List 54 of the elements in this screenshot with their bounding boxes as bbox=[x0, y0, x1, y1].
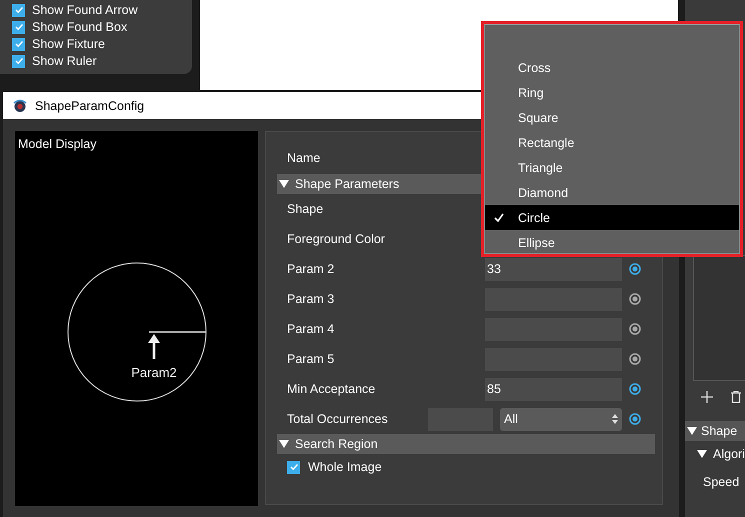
menu-item[interactable]: Circle bbox=[485, 205, 739, 230]
property-label: Param 2 bbox=[287, 262, 336, 276]
parameter-label: Param2 bbox=[131, 365, 177, 380]
checkbox[interactable] bbox=[12, 54, 25, 68]
checkbox[interactable] bbox=[287, 460, 300, 474]
target-icon[interactable] bbox=[629, 353, 641, 365]
check-icon bbox=[288, 462, 298, 472]
input-field[interactable]: 85 bbox=[485, 378, 622, 400]
checkbox-label[interactable]: Show Found Arrow bbox=[32, 3, 138, 17]
collapse-triangle-icon[interactable] bbox=[279, 439, 289, 449]
property-label: Param 5 bbox=[287, 352, 336, 366]
property-label: Foreground Color bbox=[287, 232, 386, 246]
radius-line bbox=[149, 331, 206, 333]
app-icon bbox=[13, 98, 27, 112]
trash-icon[interactable] bbox=[731, 391, 741, 403]
checkbox[interactable] bbox=[12, 20, 25, 34]
checkbox-label[interactable]: Show Found Box bbox=[32, 20, 128, 34]
checkbox-label[interactable]: Show Ruler bbox=[32, 54, 97, 68]
occurrences-dropdown[interactable]: All bbox=[500, 408, 622, 430]
property-label: Name bbox=[287, 151, 320, 167]
target-icon[interactable] bbox=[629, 323, 641, 335]
checkbox-label[interactable]: Show Fixture bbox=[32, 37, 105, 51]
property-label: Param 3 bbox=[287, 292, 336, 306]
display-title: Model Display bbox=[18, 137, 97, 151]
target-icon[interactable] bbox=[629, 383, 641, 395]
property-label: Speed bbox=[702, 474, 740, 489]
target-icon[interactable] bbox=[629, 263, 641, 275]
section-title: Shape Parameters bbox=[295, 177, 400, 191]
collapse-triangle-icon[interactable] bbox=[697, 449, 707, 459]
menu-item[interactable]: Cross bbox=[485, 55, 739, 80]
subsection-title[interactable]: Algori bbox=[713, 447, 745, 461]
checkbox[interactable] bbox=[12, 4, 25, 16]
menu-item[interactable]: Square bbox=[485, 105, 739, 130]
checkbox[interactable] bbox=[12, 38, 25, 50]
menu-item[interactable]: Ellipse bbox=[485, 230, 739, 255]
check-icon bbox=[494, 213, 504, 222]
property-label: Shape bbox=[287, 202, 324, 216]
property-label: Min Acceptance bbox=[287, 382, 376, 396]
input-field[interactable]: 33 bbox=[485, 258, 622, 280]
spinner-icon bbox=[612, 414, 618, 424]
section-header[interactable]: Search Region bbox=[277, 434, 655, 454]
target-icon[interactable] bbox=[629, 413, 641, 425]
collapse-triangle-icon[interactable] bbox=[687, 426, 697, 436]
add-icon[interactable] bbox=[701, 391, 713, 403]
collapse-triangle-icon[interactable] bbox=[279, 179, 289, 189]
section-title: Search Region bbox=[295, 437, 378, 451]
menu-item[interactable]: Rectangle bbox=[485, 130, 739, 155]
property-label: Param 4 bbox=[287, 322, 336, 336]
menu-item[interactable]: Ring bbox=[485, 80, 739, 105]
checkbox-label[interactable]: Whole Image bbox=[308, 460, 382, 474]
property-label: Total Occurrences bbox=[287, 412, 389, 426]
target-icon[interactable] bbox=[629, 293, 641, 305]
arrow-icon bbox=[148, 334, 160, 359]
window-title: ShapeParamConfig bbox=[35, 98, 144, 112]
